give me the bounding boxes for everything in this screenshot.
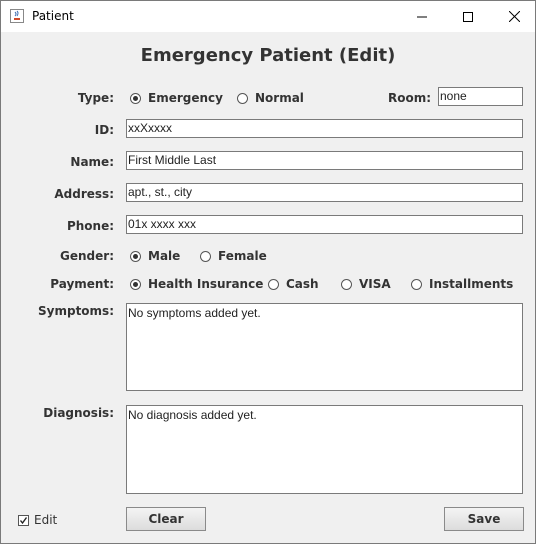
payment-health-insurance-radio[interactable]: Health Insurance [130,277,263,291]
diagnosis-label: Diagnosis: [43,406,114,420]
close-button[interactable] [491,1,536,32]
save-button[interactable]: Save [444,507,524,531]
name-label: Name: [70,155,114,169]
payment-visa-radio[interactable]: VISA [341,277,391,291]
window-title: Patient [32,9,74,23]
gender-male-radio[interactable]: Male [130,249,180,263]
payment-cash-radio[interactable]: Cash [268,277,319,291]
minimize-icon [417,16,427,17]
type-label: Type: [77,91,114,105]
radio-unselected-icon [268,278,279,290]
java-app-icon [10,9,24,23]
payment-installments-label: Installments [429,277,514,291]
radio-unselected-icon [341,278,352,290]
title-bar[interactable]: Patient [1,1,535,32]
radio-selected-icon [130,92,141,104]
maximize-icon [463,11,473,22]
payment-visa-label: VISA [359,277,391,291]
payment-label: Payment: [50,277,114,291]
room-label: Room: [388,91,432,105]
edit-checkbox[interactable]: Edit [18,513,57,527]
symptoms-label: Symptoms: [38,304,114,318]
phone-field[interactable]: 01x xxxx xxx [126,215,523,234]
edit-label: Edit [34,513,58,527]
minimize-button[interactable] [399,1,445,32]
radio-selected-icon [130,250,141,262]
address-field[interactable]: apt., st., city [126,183,523,202]
room-field[interactable]: none [438,87,523,106]
diagnosis-textarea[interactable]: No diagnosis added yet. [126,405,523,494]
symptoms-textarea[interactable]: No symptoms added yet. [126,303,523,391]
gender-female-radio[interactable]: Female [200,249,267,263]
payment-cash-label: Cash [286,277,319,291]
id-field[interactable]: xxXxxxx [126,119,523,138]
type-emergency-radio[interactable]: Emergency [130,91,223,105]
gender-male-label: Male [148,249,181,263]
address-label: Address: [54,187,114,201]
payment-health-insurance-label: Health Insurance [148,277,264,291]
radio-unselected-icon [411,278,422,290]
close-icon [508,11,520,22]
radio-unselected-icon [200,250,211,262]
type-normal-label: Normal [255,91,304,105]
clear-button[interactable]: Clear [126,507,206,531]
patient-window: Patient Emergency Patient (Edit) Type: E… [0,0,536,544]
phone-label: Phone: [66,219,114,233]
gender-label: Gender: [60,249,114,263]
maximize-button[interactable] [445,1,491,32]
payment-installments-radio[interactable]: Installments [411,277,513,291]
type-normal-radio[interactable]: Normal [237,91,304,105]
name-field[interactable]: First Middle Last [126,151,523,170]
radio-unselected-icon [237,92,248,104]
checkbox-checked-icon [18,514,29,526]
gender-female-label: Female [218,249,267,263]
type-emergency-label: Emergency [148,91,223,105]
form-heading: Emergency Patient (Edit) [140,45,396,66]
radio-selected-icon [130,278,141,290]
id-label: ID: [94,123,114,137]
